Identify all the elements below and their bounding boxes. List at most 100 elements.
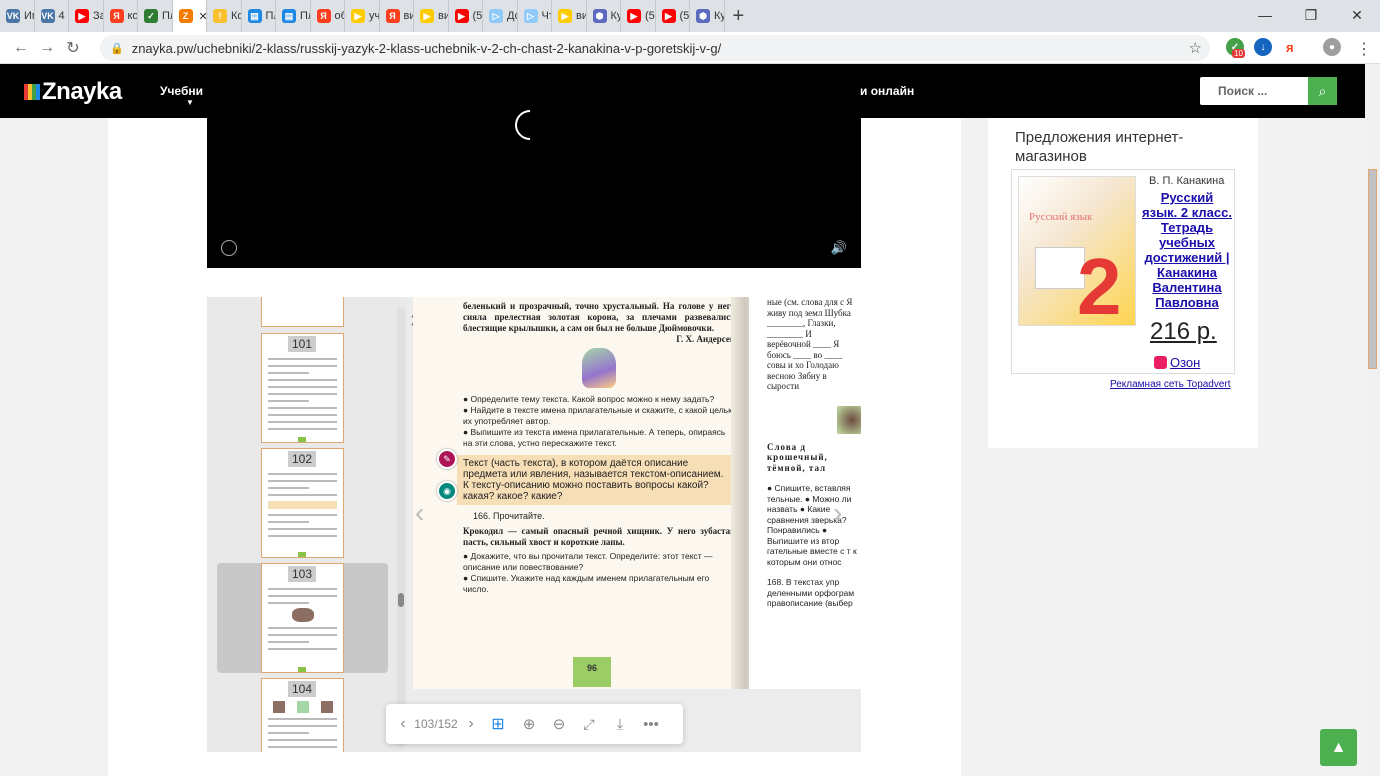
profile-avatar[interactable]: ● [1323, 38, 1341, 56]
viewer-toolbar: ‹ 103/152 › ⊞ ⊕ ⊖ ⤢ ⤓ ••• [386, 704, 683, 744]
menu-textbooks[interactable]: Учебни [160, 84, 203, 98]
browser-tab[interactable]: ▤Пла [276, 0, 311, 32]
tab-favicon-icon: ⬢ [592, 9, 607, 23]
tab-favicon-icon: VK [6, 9, 20, 23]
thumbnail-number: 104 [288, 681, 317, 697]
tab-favicon-icon: ǃ [213, 9, 227, 23]
book-cover-image[interactable]: Русский язык 2 [1018, 176, 1136, 326]
next-page-arrow-icon[interactable]: › [833, 497, 842, 529]
browser-tab[interactable]: Яобу [311, 0, 345, 32]
browser-tab[interactable]: ✓ Пла [138, 0, 173, 32]
zoom-in-icon[interactable]: ⊕ [514, 715, 544, 733]
ad-product-link[interactable]: Русский язык. 2 класс. Тетрадь учебных д… [1142, 190, 1232, 310]
browser-tab[interactable]: ▶(55) [449, 0, 483, 32]
browser-tab[interactable]: ▶ учи [345, 0, 380, 32]
site-logo[interactable]: Znayka [24, 78, 122, 106]
window-controls: — ❐ ✕ [1242, 0, 1380, 32]
ozon-icon [1154, 356, 1167, 369]
browser-menu-icon[interactable]: ⋮ [1356, 39, 1372, 59]
download-icon[interactable]: ⤓ [604, 716, 636, 733]
browser-tab[interactable]: ▶(54) [621, 0, 656, 32]
browser-tab[interactable]: ǃ Кон [207, 0, 242, 32]
thumbnail-page-current[interactable]: 103 [261, 563, 344, 673]
page-number: 96 [573, 657, 611, 687]
fullscreen-icon[interactable]: ⤢ [574, 716, 604, 733]
ad-shop-link[interactable]: Озон [1154, 355, 1200, 370]
ad-network-link[interactable]: Рекламная сеть Topadvert [1110, 379, 1231, 390]
prev-page-arrow-icon[interactable]: ‹ [415, 497, 424, 529]
book-text: ● Спишите, вставляя тельные. ● Можно ли … [767, 483, 857, 567]
grid-view-icon[interactable]: ⊞ [482, 714, 514, 734]
scrollbar-thumb[interactable] [1368, 169, 1377, 369]
tab-label: вид [438, 10, 448, 22]
volume-icon[interactable]: 🔊 [831, 240, 847, 256]
exercise-heading: 166. Прочитайте. [473, 511, 545, 521]
tab-label: вид [403, 10, 414, 22]
ad-card[interactable]: Русский язык 2 В. П. Канакина Русский яз… [1011, 169, 1235, 374]
search-input[interactable]: Поиск ... [1200, 77, 1308, 105]
browser-tab[interactable]: ⬢Кур [690, 0, 725, 32]
logo-icon [24, 84, 40, 100]
search-icon[interactable]: ⌕ [1308, 77, 1337, 105]
thumbnail-page[interactable]: 101 [261, 333, 344, 443]
tab-favicon-icon: ▤ [282, 9, 296, 23]
video-player[interactable]: 🔊 [207, 103, 861, 268]
browser-tab[interactable]: Z ✕ [172, 0, 207, 32]
book-page-right: ные (см. слова для с Я живу под земл Шуб… [749, 297, 861, 689]
thumbnail-number: 103 [288, 566, 317, 582]
browser-tab[interactable]: Якон [104, 0, 138, 32]
close-window-icon[interactable]: ✕ [1334, 0, 1380, 32]
close-tab-icon[interactable]: ✕ [199, 10, 207, 23]
browser-tab[interactable]: Явид [380, 0, 414, 32]
restore-icon[interactable]: ❐ [1288, 0, 1334, 32]
browser-tab[interactable]: ▷ Дом [483, 0, 518, 32]
reload-icon[interactable]: ↻ [60, 38, 86, 58]
new-tab-icon[interactable]: + [733, 5, 745, 28]
rule-text: К тексту-описанию можно поставить вопрос… [463, 480, 709, 502]
thumbnail-page[interactable]: 104 [261, 678, 344, 752]
book-question: ● Выпишите из текста имена прилагательны… [463, 427, 726, 448]
tab-favicon-icon: Я [316, 9, 331, 23]
thumbnail-scrollbar[interactable] [397, 307, 405, 747]
tab-label: вид [576, 10, 586, 22]
book-author: Г. Х. Андерсен [676, 334, 735, 344]
lock-icon[interactable]: 🔒 [110, 42, 124, 55]
tab-favicon-icon: ▶ [558, 9, 572, 23]
prev-page-icon[interactable]: ‹ [394, 715, 412, 733]
browser-tab[interactable]: ▤Пла [242, 0, 276, 32]
thumbnail-prev[interactable] [261, 297, 344, 327]
tab-label: Игр [24, 10, 34, 22]
tab-label: учи [369, 10, 379, 22]
browser-tab[interactable]: ▶ вид [552, 0, 587, 32]
tab-label: Пла [162, 10, 172, 22]
browser-tab[interactable]: ▶ вид [414, 0, 449, 32]
cover-number: 2 [1077, 242, 1122, 326]
browser-tab[interactable]: VK Игр [0, 0, 35, 32]
forward-icon[interactable]: → [34, 39, 60, 57]
thumbnail-scrollbar-thumb[interactable] [398, 593, 404, 607]
browser-tab[interactable]: ⬢Кур [587, 0, 621, 32]
back-icon[interactable]: ← [8, 39, 34, 57]
browser-tab[interactable]: ▶ Зак [69, 0, 104, 32]
book-text: Крокодил — самый опасный речной хищник. … [463, 526, 735, 547]
bookmark-star-icon[interactable]: ☆ [1189, 39, 1202, 57]
menu-online[interactable]: и онлайн [860, 84, 914, 98]
minimize-icon[interactable]: — [1242, 0, 1288, 32]
thumbnail-page[interactable]: 102 [261, 448, 344, 558]
more-options-icon[interactable]: ••• [636, 716, 666, 733]
browser-tab[interactable]: ▷Что [518, 0, 552, 32]
url-input[interactable]: 🔒 znayka.pw/uchebniki/2-klass/russkij-ya… [100, 35, 1210, 61]
tab-label: Кур [610, 10, 621, 22]
zoom-out-icon[interactable]: ⊖ [544, 715, 574, 733]
play-status-icon[interactable] [221, 240, 237, 256]
page-scrollbar[interactable] [1365, 64, 1380, 776]
tab-favicon-icon: ▤ [247, 9, 262, 23]
download-extension-icon[interactable]: ↓ [1254, 38, 1272, 56]
ad-price[interactable]: 216 р. [1150, 318, 1217, 346]
next-page-icon[interactable]: › [460, 715, 482, 733]
yandex-extension-icon[interactable]: я [1286, 40, 1294, 55]
tab-label: Дом [507, 10, 517, 22]
browser-tab[interactable]: ▶(54) [656, 0, 690, 32]
scroll-to-top-button[interactable]: ▲ [1320, 729, 1357, 766]
browser-tab[interactable]: VK4 ку [35, 0, 69, 32]
